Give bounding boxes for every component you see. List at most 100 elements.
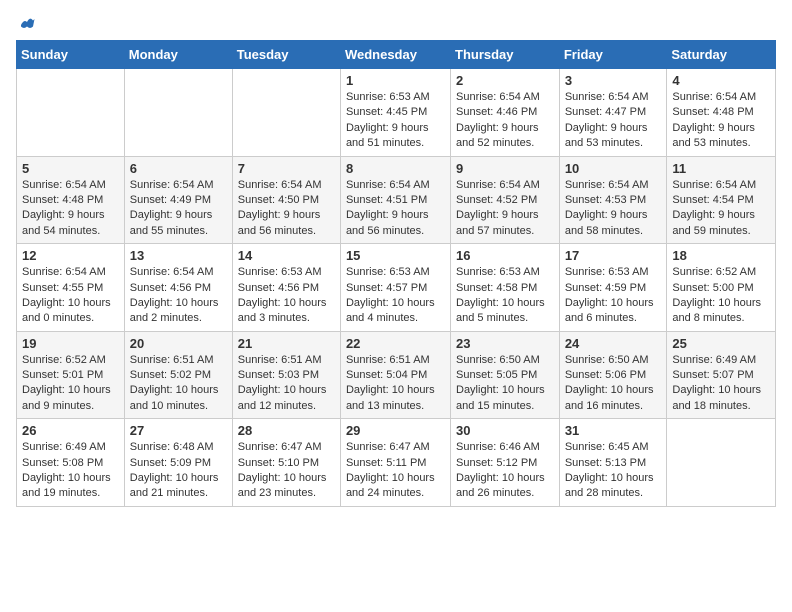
- calendar-cell: 13 Sunrise: 6:54 AM Sunset: 4:56 PM Dayli…: [124, 244, 232, 332]
- day-number: 17: [565, 248, 662, 263]
- day-info: Sunrise: 6:48 AM Sunset: 5:09 PM Dayligh…: [130, 440, 227, 502]
- day-number: 19: [22, 336, 119, 351]
- logo-icon: [18, 16, 36, 34]
- day-number: 10: [565, 161, 662, 176]
- calendar-cell: [667, 419, 776, 507]
- day-number: 30: [456, 423, 554, 438]
- calendar-cell: 15 Sunrise: 6:53 AM Sunset: 4:57 PM Dayli…: [340, 244, 450, 332]
- calendar-cell: 6 Sunrise: 6:54 AM Sunset: 4:49 PM Daylig…: [124, 156, 232, 244]
- calendar-cell: 3Sunrise: 6:54 AM Sunset: 4:47 PM Daylig…: [559, 69, 667, 157]
- calendar-cell: 11Sunrise: 6:54 AM Sunset: 4:54 PM Dayli…: [667, 156, 776, 244]
- calendar-cell: 17 Sunrise: 6:53 AM Sunset: 4:59 PM Dayli…: [559, 244, 667, 332]
- day-info: Sunrise: 6:54 AM Sunset: 4:55 PM Dayligh…: [22, 265, 119, 327]
- page-header: [16, 16, 776, 28]
- day-number: 29: [346, 423, 445, 438]
- day-number: 22: [346, 336, 445, 351]
- day-info: Sunrise: 6:47 AM Sunset: 5:11 PM Dayligh…: [346, 440, 445, 502]
- day-number: 13: [130, 248, 227, 263]
- day-number: 31: [565, 423, 662, 438]
- calendar-cell: 27 Sunrise: 6:48 AM Sunset: 5:09 PM Dayli…: [124, 419, 232, 507]
- calendar-cell: 14 Sunrise: 6:53 AM Sunset: 4:56 PM Dayli…: [232, 244, 340, 332]
- calendar-cell: 5 Sunrise: 6:54 AM Sunset: 4:48 PM Daylig…: [17, 156, 125, 244]
- day-info: Sunrise: 6:54 AM Sunset: 4:50 PM Dayligh…: [238, 178, 335, 240]
- calendar-cell: 18Sunrise: 6:52 AM Sunset: 5:00 PM Dayli…: [667, 244, 776, 332]
- day-info: Sunrise: 6:54 AM Sunset: 4:46 PM Dayligh…: [456, 90, 554, 152]
- logo: [16, 16, 36, 28]
- calendar-cell: 1 Sunrise: 6:53 AM Sunset: 4:45 PM Daylig…: [340, 69, 450, 157]
- day-header-tuesday: Tuesday: [232, 41, 340, 69]
- day-number: 9: [456, 161, 554, 176]
- day-info: Sunrise: 6:49 AM Sunset: 5:08 PM Dayligh…: [22, 440, 119, 502]
- day-info: Sunrise: 6:51 AM Sunset: 5:03 PM Dayligh…: [238, 353, 335, 415]
- day-info: Sunrise: 6:53 AM Sunset: 4:58 PM Dayligh…: [456, 265, 554, 327]
- day-info: Sunrise: 6:53 AM Sunset: 4:45 PM Dayligh…: [346, 90, 445, 152]
- day-header-thursday: Thursday: [451, 41, 560, 69]
- day-info: Sunrise: 6:54 AM Sunset: 4:53 PM Dayligh…: [565, 178, 662, 240]
- day-info: Sunrise: 6:45 AM Sunset: 5:13 PM Dayligh…: [565, 440, 662, 502]
- calendar-cell: 7 Sunrise: 6:54 AM Sunset: 4:50 PM Daylig…: [232, 156, 340, 244]
- day-info: Sunrise: 6:51 AM Sunset: 5:04 PM Dayligh…: [346, 353, 445, 415]
- day-info: Sunrise: 6:54 AM Sunset: 4:48 PM Dayligh…: [22, 178, 119, 240]
- day-number: 8: [346, 161, 445, 176]
- day-info: Sunrise: 6:53 AM Sunset: 4:56 PM Dayligh…: [238, 265, 335, 327]
- day-info: Sunrise: 6:46 AM Sunset: 5:12 PM Dayligh…: [456, 440, 554, 502]
- calendar-cell: 24 Sunrise: 6:50 AM Sunset: 5:06 PM Dayli…: [559, 331, 667, 419]
- day-number: 21: [238, 336, 335, 351]
- day-info: Sunrise: 6:54 AM Sunset: 4:56 PM Dayligh…: [130, 265, 227, 327]
- day-info: Sunrise: 6:53 AM Sunset: 4:57 PM Dayligh…: [346, 265, 445, 327]
- day-info: Sunrise: 6:47 AM Sunset: 5:10 PM Dayligh…: [238, 440, 335, 502]
- calendar-cell: 8 Sunrise: 6:54 AM Sunset: 4:51 PM Daylig…: [340, 156, 450, 244]
- calendar-week-row: 19Sunrise: 6:52 AM Sunset: 5:01 PM Dayli…: [17, 331, 776, 419]
- day-number: 5: [22, 161, 119, 176]
- day-number: 28: [238, 423, 335, 438]
- calendar-cell: 2 Sunrise: 6:54 AM Sunset: 4:46 PM Daylig…: [451, 69, 560, 157]
- calendar-cell: 23 Sunrise: 6:50 AM Sunset: 5:05 PM Dayli…: [451, 331, 560, 419]
- day-header-monday: Monday: [124, 41, 232, 69]
- calendar-cell: 9 Sunrise: 6:54 AM Sunset: 4:52 PM Daylig…: [451, 156, 560, 244]
- day-number: 14: [238, 248, 335, 263]
- calendar-cell: 31 Sunrise: 6:45 AM Sunset: 5:13 PM Dayli…: [559, 419, 667, 507]
- day-number: 25: [672, 336, 770, 351]
- day-number: 2: [456, 73, 554, 88]
- day-header-sunday: Sunday: [17, 41, 125, 69]
- day-info: Sunrise: 6:54 AM Sunset: 4:51 PM Dayligh…: [346, 178, 445, 240]
- day-info: Sunrise: 6:49 AM Sunset: 5:07 PM Dayligh…: [672, 353, 770, 415]
- day-info: Sunrise: 6:54 AM Sunset: 4:54 PM Dayligh…: [672, 178, 770, 240]
- calendar-cell: [232, 69, 340, 157]
- day-info: Sunrise: 6:51 AM Sunset: 5:02 PM Dayligh…: [130, 353, 227, 415]
- day-info: Sunrise: 6:50 AM Sunset: 5:06 PM Dayligh…: [565, 353, 662, 415]
- day-number: 16: [456, 248, 554, 263]
- day-info: Sunrise: 6:52 AM Sunset: 5:00 PM Dayligh…: [672, 265, 770, 327]
- calendar-cell: 25 Sunrise: 6:49 AM Sunset: 5:07 PM Dayli…: [667, 331, 776, 419]
- calendar-cell: 12 Sunrise: 6:54 AM Sunset: 4:55 PM Dayli…: [17, 244, 125, 332]
- calendar-cell: 30 Sunrise: 6:46 AM Sunset: 5:12 PM Dayli…: [451, 419, 560, 507]
- day-number: 1: [346, 73, 445, 88]
- calendar-week-row: 12 Sunrise: 6:54 AM Sunset: 4:55 PM Dayli…: [17, 244, 776, 332]
- day-number: 23: [456, 336, 554, 351]
- calendar-cell: [17, 69, 125, 157]
- calendar-cell: 4 Sunrise: 6:54 AM Sunset: 4:48 PM Daylig…: [667, 69, 776, 157]
- day-info: Sunrise: 6:54 AM Sunset: 4:48 PM Dayligh…: [672, 90, 770, 152]
- day-number: 20: [130, 336, 227, 351]
- day-number: 24: [565, 336, 662, 351]
- calendar-cell: [124, 69, 232, 157]
- day-header-friday: Friday: [559, 41, 667, 69]
- day-number: 27: [130, 423, 227, 438]
- day-number: 4: [672, 73, 770, 88]
- calendar-cell: 28 Sunrise: 6:47 AM Sunset: 5:10 PM Dayli…: [232, 419, 340, 507]
- day-info: Sunrise: 6:54 AM Sunset: 4:47 PM Dayligh…: [565, 90, 662, 152]
- day-number: 6: [130, 161, 227, 176]
- calendar-header-row: SundayMondayTuesdayWednesdayThursdayFrid…: [17, 41, 776, 69]
- day-number: 7: [238, 161, 335, 176]
- calendar-cell: 19Sunrise: 6:52 AM Sunset: 5:01 PM Dayli…: [17, 331, 125, 419]
- day-info: Sunrise: 6:53 AM Sunset: 4:59 PM Dayligh…: [565, 265, 662, 327]
- day-info: Sunrise: 6:54 AM Sunset: 4:49 PM Dayligh…: [130, 178, 227, 240]
- day-number: 15: [346, 248, 445, 263]
- calendar-week-row: 5 Sunrise: 6:54 AM Sunset: 4:48 PM Daylig…: [17, 156, 776, 244]
- calendar-week-row: 1 Sunrise: 6:53 AM Sunset: 4:45 PM Daylig…: [17, 69, 776, 157]
- day-header-saturday: Saturday: [667, 41, 776, 69]
- day-info: Sunrise: 6:50 AM Sunset: 5:05 PM Dayligh…: [456, 353, 554, 415]
- calendar-cell: 29 Sunrise: 6:47 AM Sunset: 5:11 PM Dayli…: [340, 419, 450, 507]
- day-info: Sunrise: 6:54 AM Sunset: 4:52 PM Dayligh…: [456, 178, 554, 240]
- day-number: 12: [22, 248, 119, 263]
